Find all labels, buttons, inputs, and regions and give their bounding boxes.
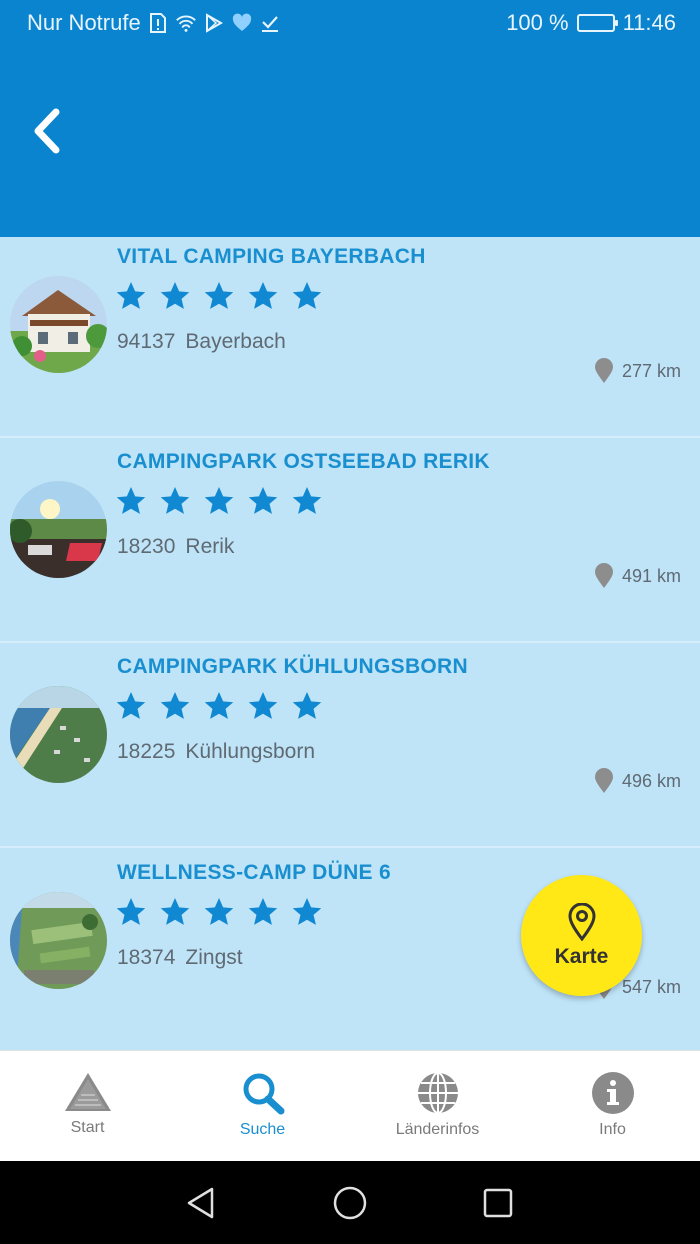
distance-value: 491 km xyxy=(621,565,681,586)
star-icon xyxy=(292,487,322,514)
campsite-address: 18225 Kühlungsborn xyxy=(117,740,315,764)
triangle-logo-icon xyxy=(64,1073,111,1111)
nav-search[interactable]: Suche xyxy=(175,1051,350,1161)
star-icon xyxy=(160,282,190,309)
campsite-name: CAMPINGPARK OSTSEEBAD RERIK xyxy=(117,450,490,473)
campsite-thumbnail xyxy=(10,686,107,783)
nav-info-label: Info xyxy=(599,1121,626,1138)
back-button[interactable] xyxy=(22,103,70,159)
square-recents-icon xyxy=(483,1188,513,1218)
distance: 491 km xyxy=(594,563,681,589)
wifi-icon xyxy=(175,12,197,34)
battery-icon xyxy=(576,14,618,32)
system-back-button[interactable] xyxy=(180,1183,220,1223)
star-rating xyxy=(115,690,323,722)
star-icon xyxy=(160,898,190,925)
campsite-name: WELLNESS-CAMP DÜNE 6 xyxy=(117,861,391,884)
carrier-label: Nur Notrufe xyxy=(27,10,141,35)
distance-value: 547 km xyxy=(621,976,681,997)
location-pin-icon xyxy=(594,358,613,383)
bottom-nav: Start Suche Länderinfos Info xyxy=(0,1050,700,1161)
system-home-button[interactable] xyxy=(330,1183,370,1223)
info-icon xyxy=(591,1072,634,1114)
location-pin-icon xyxy=(594,768,613,793)
search-icon xyxy=(243,1073,284,1115)
system-recents-button[interactable] xyxy=(478,1183,518,1223)
campsite-address: 94137 Bayerbach xyxy=(117,330,286,354)
nav-start-label: Start xyxy=(70,1119,105,1136)
star-icon xyxy=(116,898,146,925)
star-icon xyxy=(116,692,146,719)
city: Bayerbach xyxy=(185,330,286,353)
star-icon xyxy=(292,282,322,309)
star-icon xyxy=(160,692,190,719)
globe-icon xyxy=(417,1072,458,1114)
star-rating xyxy=(115,485,323,517)
sim-alert-icon xyxy=(147,12,169,34)
star-rating xyxy=(115,280,323,312)
star-icon xyxy=(116,487,146,514)
location-pin-icon xyxy=(594,563,613,588)
nav-search-label: Suche xyxy=(239,1121,286,1138)
nav-countryinfo[interactable]: Länderinfos xyxy=(350,1051,525,1161)
nav-info[interactable]: Info xyxy=(525,1051,700,1161)
list-item[interactable]: CAMPINGPARK OSTSEEBAD RERIK 18230 Rerik … xyxy=(0,438,700,643)
distance: 277 km xyxy=(594,358,681,384)
campsite-address: 18374 Zingst xyxy=(117,946,243,970)
system-nav-bar xyxy=(0,1161,700,1244)
star-icon xyxy=(160,487,190,514)
city: Kühlungsborn xyxy=(185,740,316,763)
nav-countryinfo-label: Länderinfos xyxy=(395,1121,480,1138)
battery-percent: 100 % xyxy=(506,10,569,35)
list-item[interactable]: VITAL CAMPING BAYERBACH 94137 Bayerbach … xyxy=(0,237,700,438)
star-icon xyxy=(248,898,278,925)
star-icon xyxy=(292,692,322,719)
triangle-back-icon xyxy=(187,1187,214,1219)
campsite-thumbnail xyxy=(10,276,107,373)
campsite-name: VITAL CAMPING BAYERBACH xyxy=(117,245,426,268)
zip-code: 18230 xyxy=(117,535,176,558)
nav-start[interactable]: Start xyxy=(0,1051,175,1161)
circle-home-icon xyxy=(333,1186,367,1220)
distance-value: 277 km xyxy=(621,360,681,381)
chevron-left-icon xyxy=(34,108,60,154)
campsite-name: CAMPINGPARK KÜHLUNGSBORN xyxy=(117,655,468,678)
status-bar: Nur Notrufe 100 % 11:46 xyxy=(0,0,700,48)
clock: 11:46 xyxy=(622,10,676,35)
list-item[interactable]: CAMPINGPARK KÜHLUNGSBORN 18225 Kühlungsb… xyxy=(0,643,700,848)
download-done-icon xyxy=(259,12,281,34)
star-icon xyxy=(248,692,278,719)
distance: 496 km xyxy=(594,768,681,794)
star-icon xyxy=(248,487,278,514)
health-heart-icon xyxy=(231,12,253,34)
city: Zingst xyxy=(185,946,243,969)
map-button-label: Karte xyxy=(554,944,609,968)
campsite-address: 18230 Rerik xyxy=(117,535,234,559)
zip-code: 18374 xyxy=(117,946,176,969)
campsite-thumbnail xyxy=(10,481,107,578)
zip-code: 94137 xyxy=(117,330,176,353)
star-icon xyxy=(204,692,234,719)
map-button[interactable]: Karte xyxy=(521,875,642,996)
star-icon xyxy=(204,898,234,925)
app-bar xyxy=(0,48,700,237)
star-icon xyxy=(248,282,278,309)
play-store-icon xyxy=(203,12,225,34)
city: Rerik xyxy=(185,535,235,558)
star-icon xyxy=(204,487,234,514)
zip-code: 18225 xyxy=(117,740,176,763)
star-icon xyxy=(204,282,234,309)
campsite-thumbnail xyxy=(10,892,107,989)
map-pin-icon xyxy=(567,902,596,941)
star-rating xyxy=(115,896,323,928)
star-icon xyxy=(292,898,322,925)
star-icon xyxy=(116,282,146,309)
distance-value: 496 km xyxy=(621,770,681,791)
